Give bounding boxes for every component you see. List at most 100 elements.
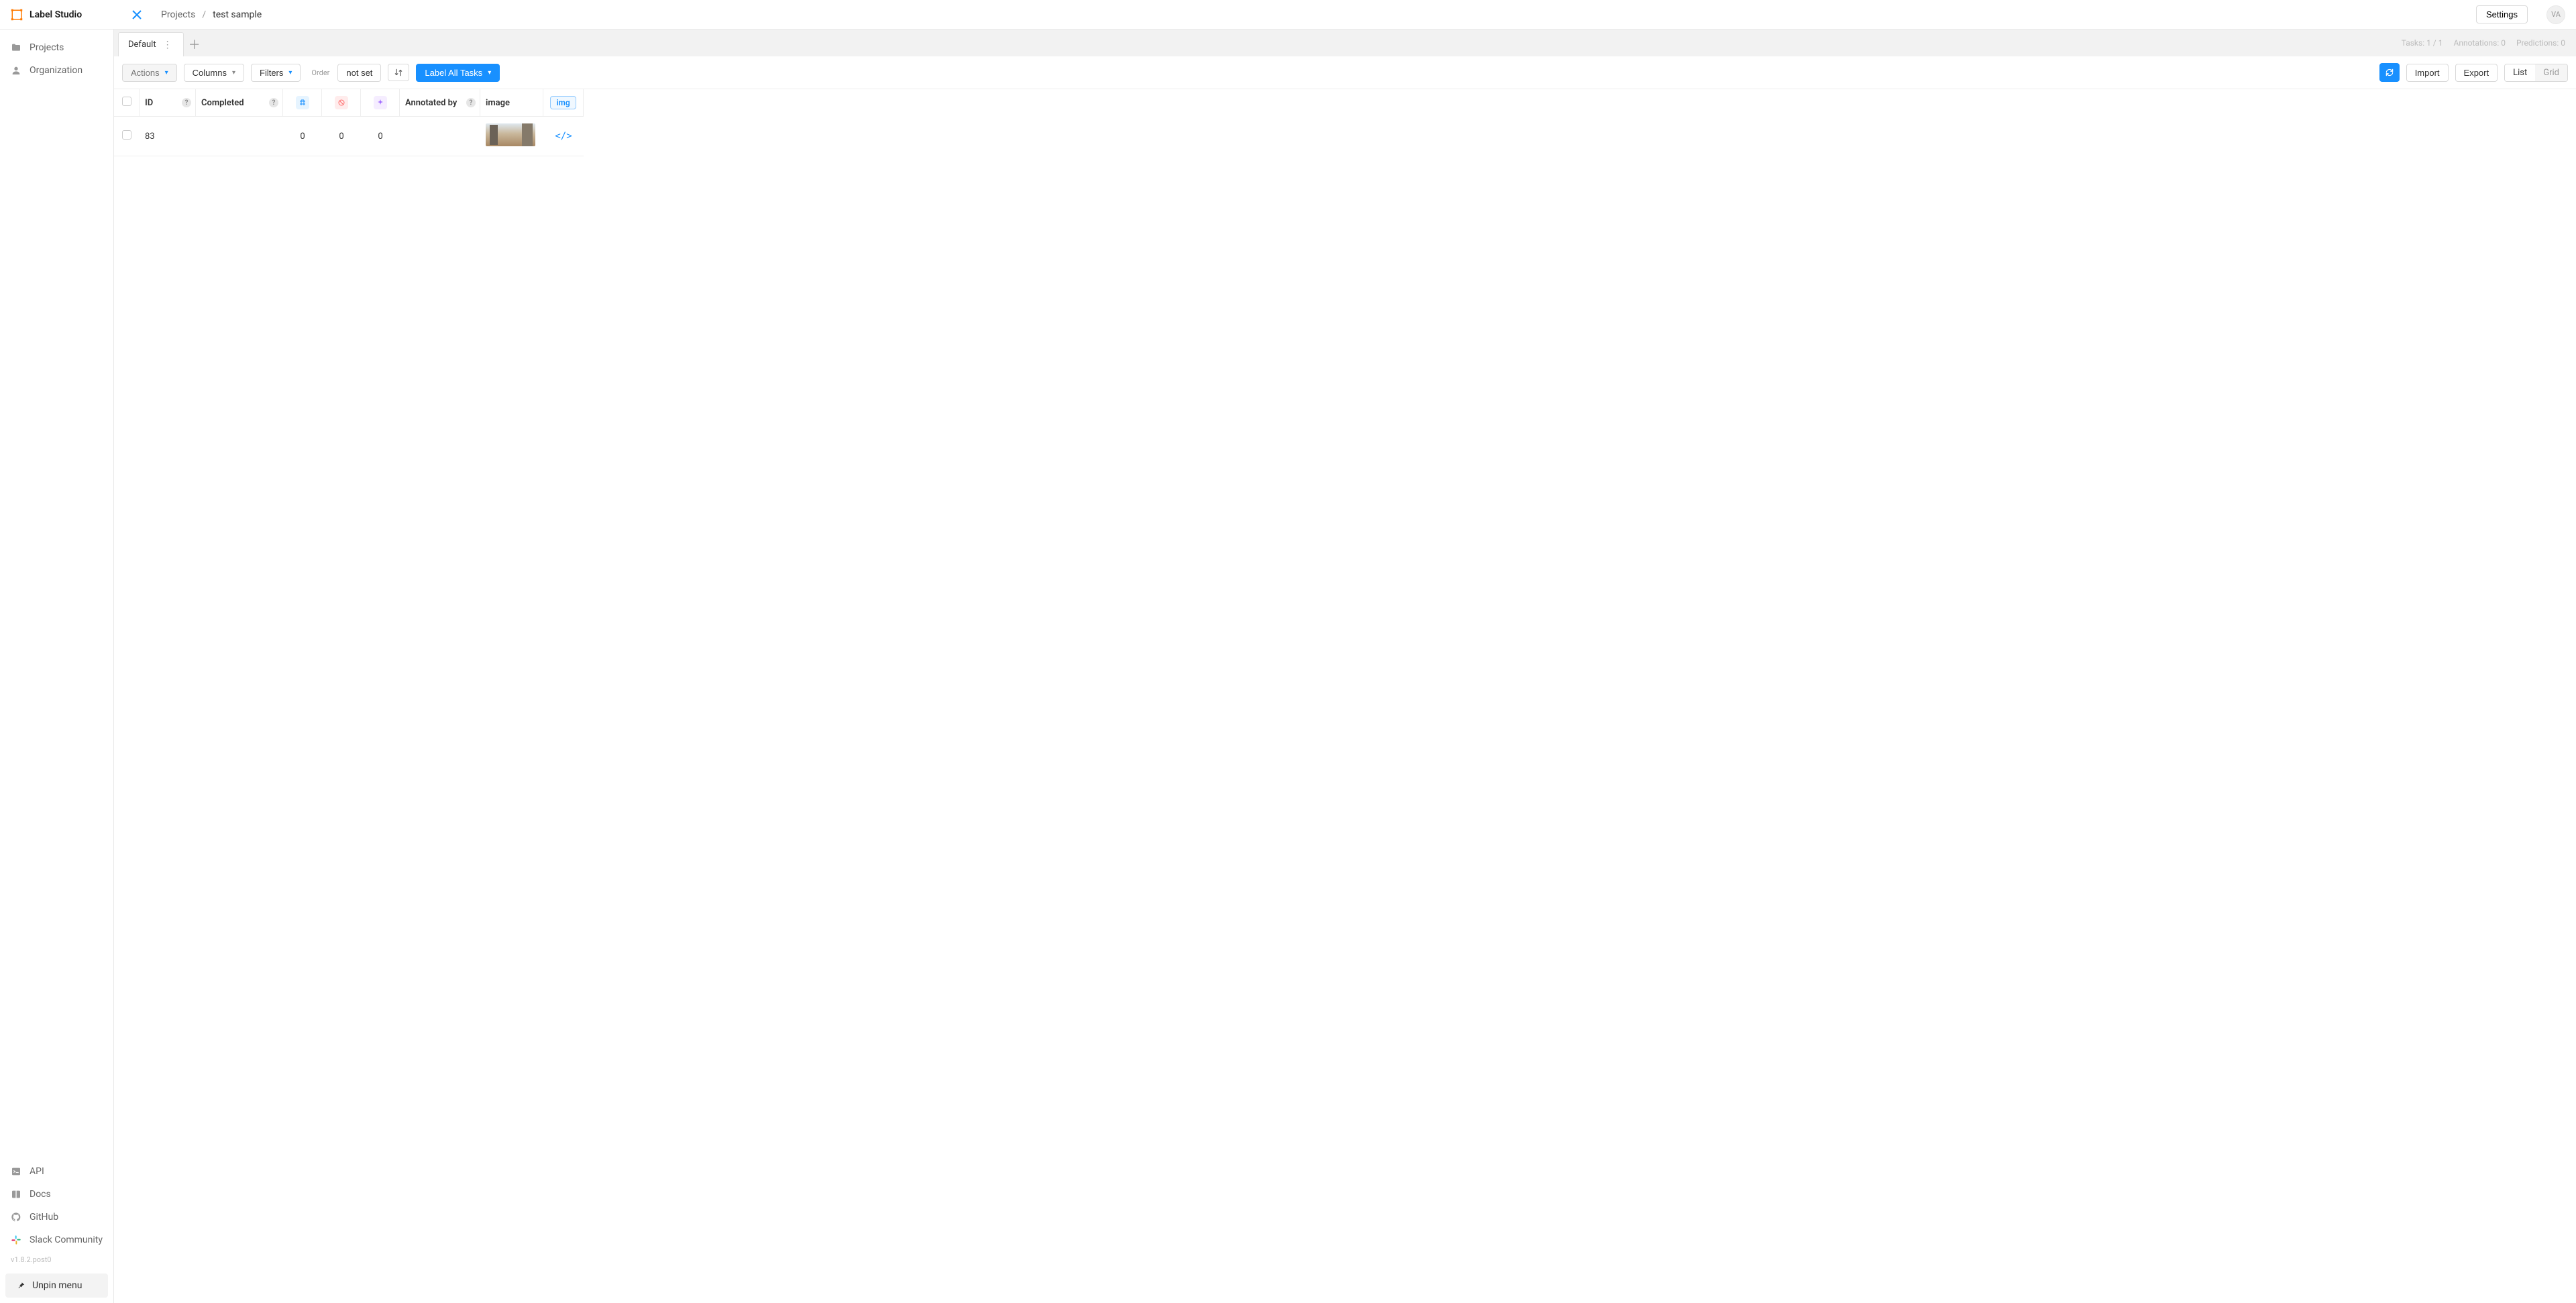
help-icon[interactable]: ? bbox=[269, 98, 278, 107]
view-tabstrip: Default ⋮ ＋ Tasks: 1 / 1 Annotations: 0 … bbox=[114, 30, 2576, 56]
sidebar-item-projects[interactable]: Projects bbox=[0, 36, 113, 59]
columns-dropdown[interactable]: Columns ▾ bbox=[184, 64, 244, 82]
tab-default[interactable]: Default ⋮ bbox=[118, 32, 184, 56]
table-row[interactable]: 83 0 0 0 </> bbox=[114, 117, 584, 156]
cell-annotations-count: 0 bbox=[283, 117, 322, 156]
tab-label: Default bbox=[128, 40, 156, 50]
unpin-menu-button[interactable]: Unpin menu bbox=[5, 1273, 108, 1298]
refresh-button[interactable] bbox=[2379, 63, 2400, 82]
cell-predictions-count: 0 bbox=[361, 117, 400, 156]
label-all-tasks-button[interactable]: Label All Tasks ▾ bbox=[416, 64, 500, 82]
tab-add-button[interactable]: ＋ bbox=[184, 32, 205, 56]
col-annotated-by[interactable]: Annotated by ? bbox=[400, 89, 480, 117]
sidebar-item-organization[interactable]: Organization bbox=[0, 59, 113, 82]
app-header: Label Studio Projects / test sample Sett… bbox=[0, 0, 2576, 30]
sidebar-item-api[interactable]: API bbox=[0, 1160, 113, 1183]
status-predictions: Predictions: 0 bbox=[2516, 38, 2565, 48]
main-panel: Default ⋮ ＋ Tasks: 1 / 1 Annotations: 0 … bbox=[114, 30, 2576, 1303]
status-annotations: Annotations: 0 bbox=[2453, 38, 2506, 48]
logo-icon bbox=[11, 9, 23, 21]
annotations-icon bbox=[296, 96, 309, 109]
github-icon bbox=[11, 1212, 21, 1222]
predictions-icon bbox=[374, 96, 387, 109]
breadcrumb: Projects / test sample bbox=[161, 9, 262, 20]
brand: Label Studio bbox=[11, 9, 111, 21]
chevron-down-icon: ▾ bbox=[288, 69, 292, 76]
col-predictions-count[interactable] bbox=[361, 89, 400, 117]
cell-img: </> bbox=[543, 117, 584, 156]
breadcrumb-current: test sample bbox=[213, 9, 262, 20]
col-cancelled-count[interactable] bbox=[322, 89, 361, 117]
col-annotations-count[interactable] bbox=[283, 89, 322, 117]
view-mode-list[interactable]: List bbox=[2505, 64, 2535, 81]
sidebar-item-label: API bbox=[30, 1166, 44, 1177]
order-label: Order bbox=[311, 68, 329, 77]
sidebar-item-label: Organization bbox=[30, 65, 83, 76]
tabstrip-status: Tasks: 1 / 1 Annotations: 0 Predictions:… bbox=[2402, 30, 2576, 56]
sidebar-item-label: Docs bbox=[30, 1189, 51, 1200]
folder-icon bbox=[11, 42, 21, 53]
sidebar-item-slack[interactable]: Slack Community bbox=[0, 1229, 113, 1251]
sidebar-item-label: Projects bbox=[30, 42, 64, 53]
sidebar-item-docs[interactable]: Docs bbox=[0, 1183, 113, 1206]
cell-image bbox=[480, 117, 543, 156]
sidebar-item-label: GitHub bbox=[30, 1212, 58, 1222]
version-label: v1.8.2.post0 bbox=[0, 1251, 113, 1271]
code-icon[interactable]: </> bbox=[555, 131, 572, 142]
chevron-down-icon: ▾ bbox=[165, 69, 168, 76]
col-id[interactable]: ID ? bbox=[140, 89, 196, 117]
sidebar-item-github[interactable]: GitHub bbox=[0, 1206, 113, 1229]
export-button[interactable]: Export bbox=[2455, 64, 2498, 82]
view-mode-grid[interactable]: Grid bbox=[2535, 64, 2567, 81]
sidebar-item-label: Slack Community bbox=[30, 1235, 103, 1245]
plus-icon: ＋ bbox=[189, 36, 201, 53]
col-completed[interactable]: Completed ? bbox=[196, 89, 283, 117]
tab-more-icon[interactable]: ⋮ bbox=[162, 40, 174, 50]
book-icon bbox=[11, 1189, 21, 1200]
cancelled-icon bbox=[335, 96, 348, 109]
user-icon bbox=[11, 65, 21, 76]
brand-name: Label Studio bbox=[30, 9, 82, 20]
unpin-label: Unpin menu bbox=[32, 1280, 82, 1291]
status-tasks: Tasks: 1 / 1 bbox=[2402, 38, 2443, 48]
task-table: ID ? Completed ? bbox=[114, 89, 584, 156]
help-icon[interactable]: ? bbox=[182, 98, 191, 107]
import-button[interactable]: Import bbox=[2406, 64, 2449, 82]
cell-annotated-by bbox=[400, 117, 480, 156]
btn-label: Label All Tasks bbox=[425, 68, 482, 78]
view-mode-segment: List Grid bbox=[2504, 64, 2568, 82]
sort-direction-button[interactable] bbox=[388, 64, 409, 81]
btn-label: Actions bbox=[131, 68, 160, 78]
breadcrumb-sep: / bbox=[202, 9, 206, 20]
settings-button[interactable]: Settings bbox=[2476, 5, 2528, 23]
slack-icon bbox=[11, 1235, 21, 1245]
avatar[interactable]: VA bbox=[2546, 5, 2565, 24]
image-thumbnail[interactable] bbox=[486, 123, 535, 146]
order-value-dropdown[interactable]: not set bbox=[337, 64, 381, 82]
table-header-row: ID ? Completed ? bbox=[114, 89, 584, 117]
actions-dropdown[interactable]: Actions ▾ bbox=[122, 64, 177, 82]
sidebar-toggle[interactable] bbox=[127, 5, 146, 24]
breadcrumb-root[interactable]: Projects bbox=[161, 9, 195, 20]
col-image[interactable]: image bbox=[480, 89, 543, 117]
filters-dropdown[interactable]: Filters ▾ bbox=[251, 64, 301, 82]
task-table-wrapper: ID ? Completed ? bbox=[114, 89, 2576, 156]
help-icon[interactable]: ? bbox=[466, 98, 476, 107]
cell-completed bbox=[196, 117, 283, 156]
pin-icon bbox=[16, 1281, 25, 1290]
refresh-icon bbox=[2385, 68, 2394, 77]
toolbar: Actions ▾ Columns ▾ Filters ▾ Order not … bbox=[114, 56, 2576, 89]
chevron-down-icon: ▾ bbox=[488, 69, 491, 76]
cell-id: 83 bbox=[140, 117, 196, 156]
terminal-icon bbox=[11, 1166, 21, 1177]
row-checkbox[interactable] bbox=[122, 130, 131, 140]
img-tag: img bbox=[550, 96, 576, 109]
close-icon bbox=[131, 9, 142, 20]
chevron-down-icon: ▾ bbox=[232, 69, 235, 76]
select-all-checkbox[interactable] bbox=[122, 97, 131, 106]
sort-icon bbox=[394, 68, 403, 77]
sidebar: Projects Organization API bbox=[0, 30, 114, 1303]
col-img[interactable]: img bbox=[543, 89, 584, 117]
btn-label: not set bbox=[346, 68, 372, 78]
btn-label: Filters bbox=[260, 68, 283, 78]
